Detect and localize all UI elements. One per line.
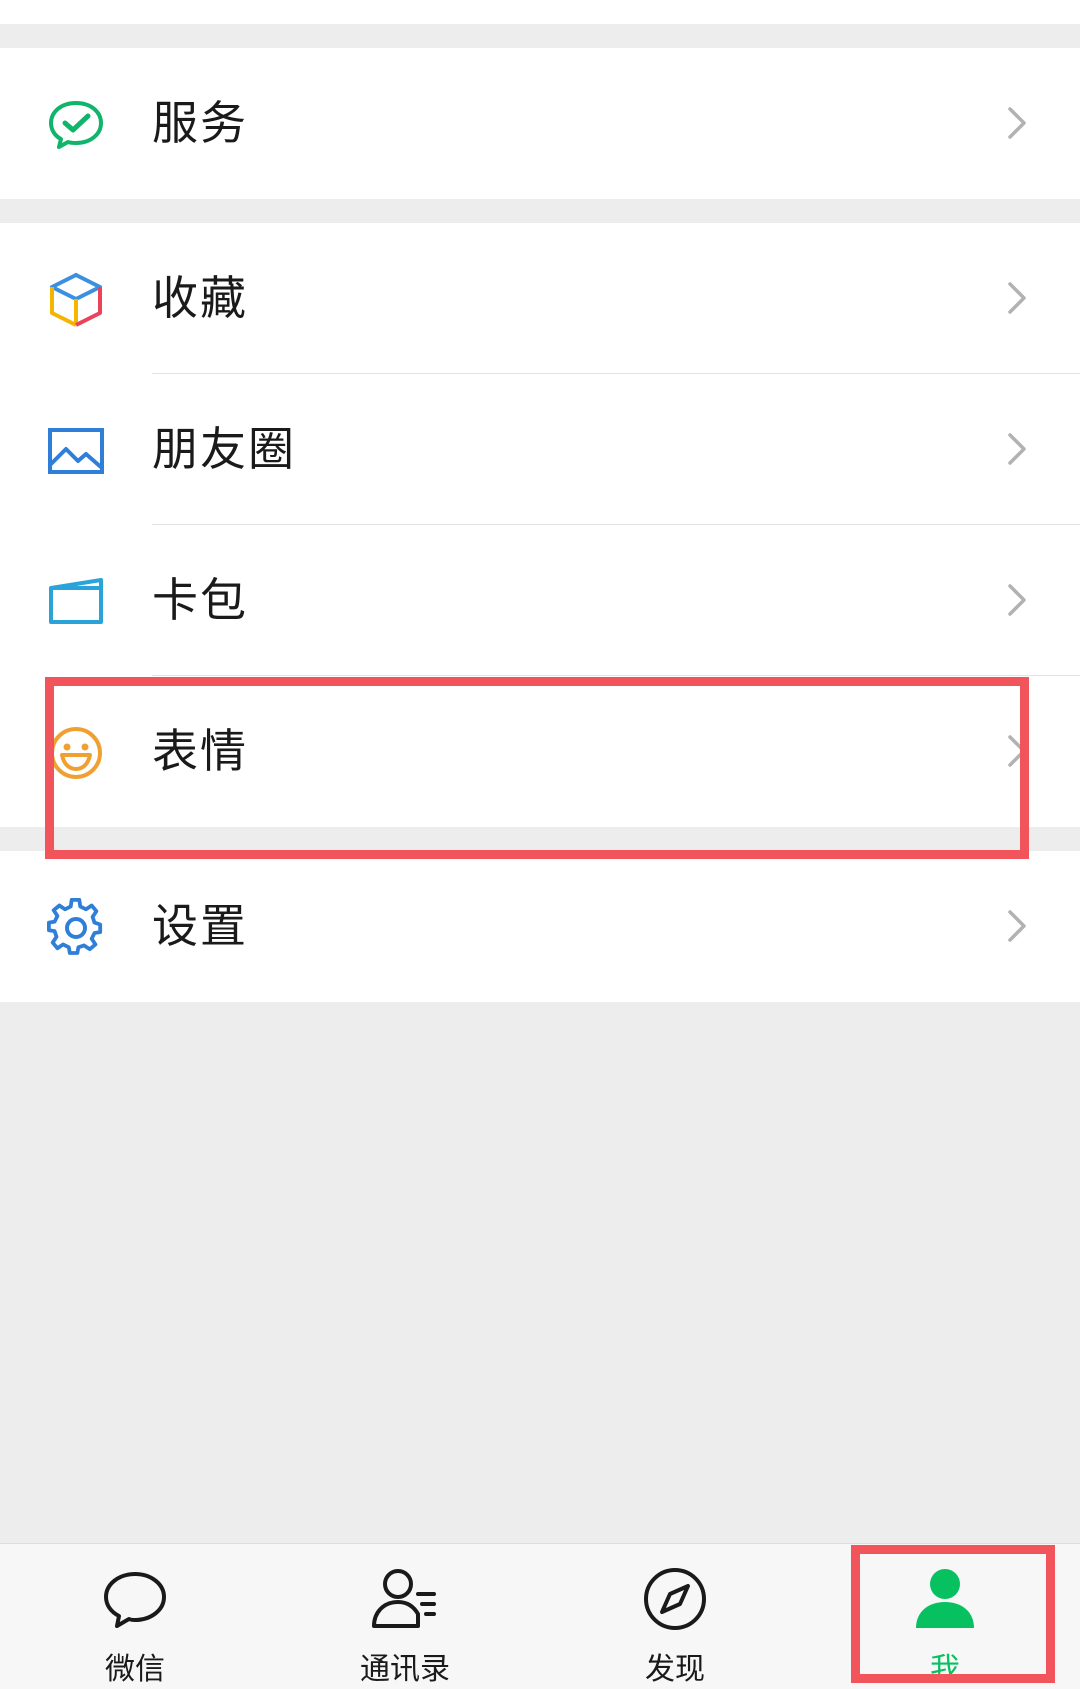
chevron-right-icon: [996, 906, 1036, 946]
contacts-icon: [370, 1564, 440, 1634]
chevron-right-icon: [996, 429, 1036, 469]
menu-item-favorites[interactable]: 收藏: [0, 223, 1080, 374]
favorites-cube-icon: [45, 269, 107, 331]
menu-group-services: 服务: [0, 48, 1080, 199]
menu-item-label: 卡包: [152, 573, 248, 627]
menu-item-moments[interactable]: 朋友圈: [0, 374, 1080, 525]
menu-item-label: 表情: [152, 724, 248, 778]
tab-label: 我: [930, 1652, 960, 1687]
tab-label: 发现: [645, 1652, 705, 1687]
chat-bubble-icon: [100, 1564, 170, 1634]
menu-item-services[interactable]: 服务: [0, 48, 1080, 199]
settings-gear-icon: [45, 897, 107, 959]
menu-item-card-wallet[interactable]: 卡包: [0, 525, 1080, 676]
compass-icon: [640, 1564, 710, 1634]
chevron-right-icon: [996, 278, 1036, 318]
tab-chats[interactable]: 微信: [35, 1544, 235, 1689]
chevron-right-icon: [996, 731, 1036, 771]
tab-label: 通讯录: [360, 1652, 450, 1687]
menu-item-label: 设置: [152, 899, 248, 953]
chevron-right-icon: [996, 580, 1036, 620]
tab-discover[interactable]: 发现: [575, 1544, 775, 1689]
sticker-smile-icon: [45, 722, 107, 784]
service-check-icon: [45, 94, 107, 156]
menu-item-settings[interactable]: 设置: [0, 851, 1080, 1002]
chevron-right-icon: [996, 103, 1036, 143]
person-icon: [910, 1564, 980, 1634]
menu-group-main: 收藏 朋友圈 卡包 表情: [0, 223, 1080, 827]
top-strip: [0, 0, 1080, 24]
menu-group-settings: 设置: [0, 851, 1080, 1002]
tab-label: 微信: [105, 1652, 165, 1687]
moments-image-icon: [45, 420, 107, 482]
card-wallet-icon: [45, 571, 107, 633]
bottom-tab-bar: 微信 通讯录 发现 我: [0, 1543, 1080, 1689]
menu-item-stickers[interactable]: 表情: [0, 676, 1080, 827]
tab-me[interactable]: 我: [845, 1544, 1045, 1689]
menu-item-label: 收藏: [152, 271, 248, 325]
tab-contacts[interactable]: 通讯录: [305, 1544, 505, 1689]
menu-item-label: 服务: [152, 96, 248, 150]
menu-item-label: 朋友圈: [152, 422, 296, 476]
